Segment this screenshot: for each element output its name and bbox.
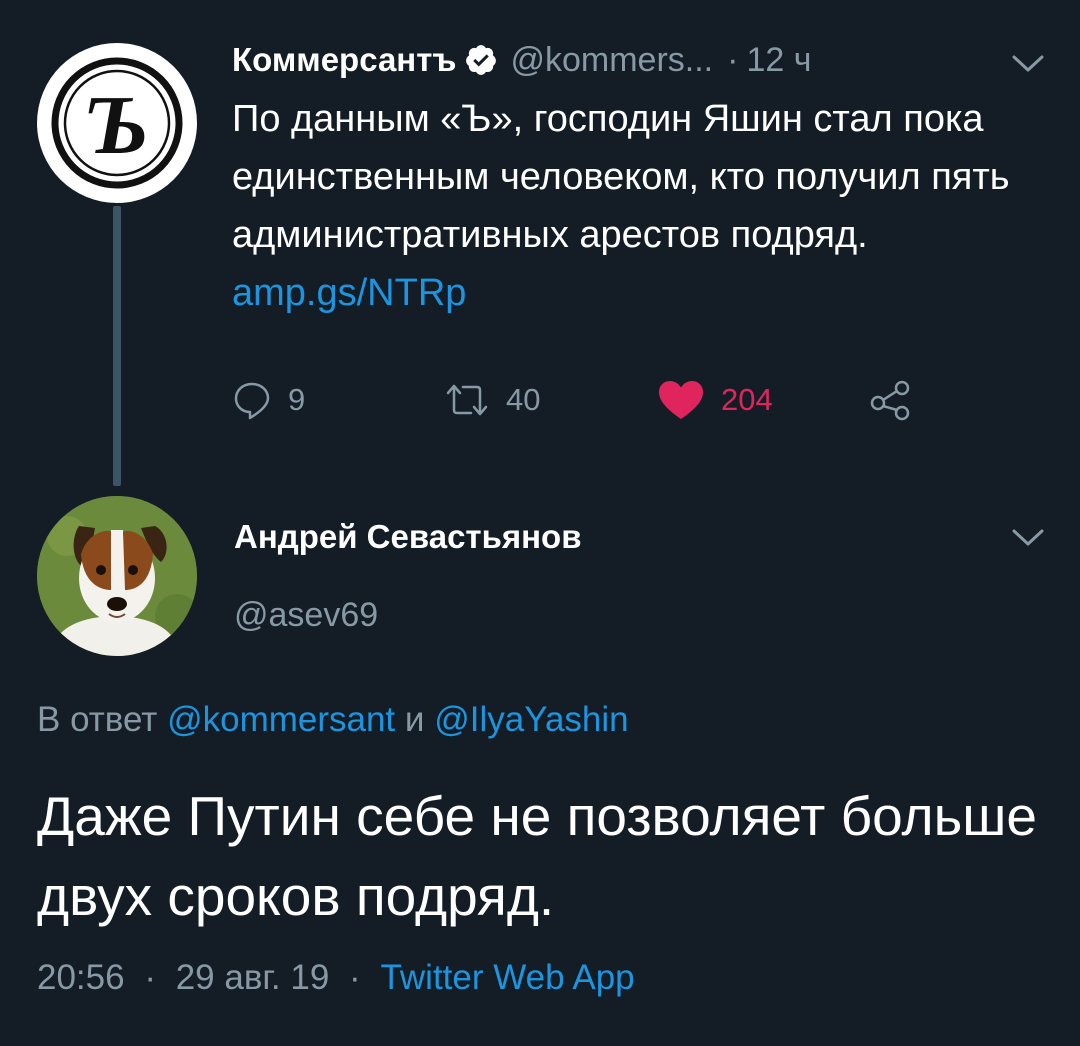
parent-tweet-text: По данным «Ъ», господин Яшин стал пока е…	[232, 90, 1032, 322]
parent-timestamp[interactable]: 12 ч	[746, 41, 811, 80]
tweet-thread: Ъ Коммерсантъ @kommers... · 12 ч По данн…	[0, 0, 1080, 1046]
parent-tweet-link[interactable]: amp.gs/NTRp	[232, 272, 466, 314]
parent-handle[interactable]: @kommers...	[510, 41, 713, 80]
reply-display-name[interactable]: Андрей Севастьянов	[234, 518, 582, 556]
user-avatar[interactable]	[37, 496, 197, 656]
svg-text:Ъ: Ъ	[85, 79, 149, 172]
tweet-date[interactable]: 29 авг. 19	[176, 958, 330, 997]
mention-ilyayashin[interactable]: @IlyaYashin	[434, 700, 628, 739]
share-button[interactable]	[868, 375, 914, 425]
parent-chevron-down-icon[interactable]	[1010, 52, 1046, 76]
tweet-client-link[interactable]: Twitter Web App	[380, 958, 634, 997]
like-button[interactable]: 204	[657, 375, 773, 425]
kommersant-logo-icon: Ъ	[51, 57, 183, 189]
reply-icon	[234, 382, 270, 420]
meta-separator: ·	[349, 958, 361, 997]
parent-tweet-body: По данным «Ъ», господин Яшин стал пока е…	[232, 98, 1010, 256]
kommersant-avatar[interactable]: Ъ	[37, 43, 197, 203]
header-separator: ·	[727, 40, 739, 79]
verified-badge-icon	[464, 43, 498, 77]
share-icon	[870, 380, 910, 421]
reply-count: 9	[288, 382, 306, 417]
reply-handle[interactable]: @asev69	[234, 596, 378, 635]
reply-chevron-down-icon[interactable]	[1010, 526, 1046, 550]
tweet-actions-bar: 9 40 204	[232, 375, 932, 425]
heart-icon	[659, 381, 703, 419]
retweet-button[interactable]: 40	[444, 375, 540, 425]
reply-tweet-text: Даже Путин себе не позволяет больше двух…	[37, 785, 1037, 927]
tweet-time[interactable]: 20:56	[37, 958, 125, 997]
replying-to-and: и	[404, 700, 425, 739]
parent-tweet-header: Коммерсантъ @kommers... · 12 ч	[232, 30, 811, 90]
replying-to-line: В ответ @kommersant и @IlyaYashin	[37, 700, 629, 740]
tweet-meta: 20:56 · 29 авг. 19 · Twitter Web App	[37, 958, 635, 998]
like-count: 204	[721, 382, 773, 417]
dog-photo-image	[37, 496, 197, 656]
reply-button[interactable]: 9	[232, 375, 305, 425]
mention-kommersant[interactable]: @kommersant	[167, 700, 395, 739]
retweet-icon	[446, 384, 488, 416]
thread-connector-line	[113, 206, 121, 486]
parent-display-name[interactable]: Коммерсантъ	[232, 41, 456, 79]
replying-to-label: В ответ	[37, 700, 158, 739]
meta-separator: ·	[144, 958, 156, 997]
retweet-count: 40	[506, 382, 541, 417]
